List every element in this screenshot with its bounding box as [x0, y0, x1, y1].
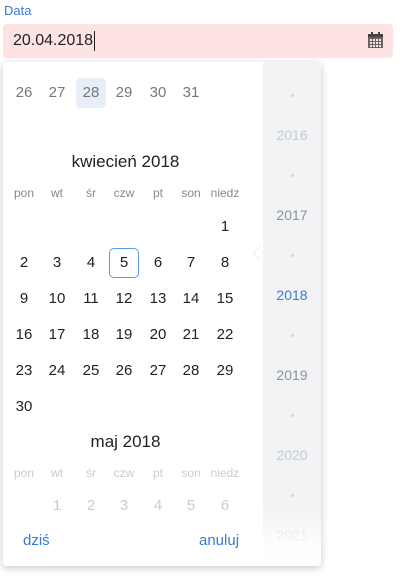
day-cell[interactable]: 9	[9, 284, 39, 314]
day-cell[interactable]: 27	[42, 78, 72, 108]
fade-top	[3, 62, 263, 68]
day-cell[interactable]: 10	[42, 284, 72, 314]
day-cell[interactable]: 26	[109, 356, 139, 386]
year-separator-dot	[291, 174, 294, 177]
day-cell[interactable]: 25	[76, 356, 106, 386]
day-cell[interactable]: 18	[76, 320, 106, 350]
year-separator-dot	[291, 94, 294, 97]
day-cell[interactable]: 23	[9, 356, 39, 386]
weekday-label: son	[181, 186, 201, 200]
day-cell[interactable]: 26	[9, 78, 39, 108]
month-title: maj 2018	[90, 432, 161, 451]
weekday-label: pt	[152, 466, 163, 480]
day-cell[interactable]: 14	[176, 284, 206, 314]
day-cell[interactable]: 8	[210, 248, 240, 278]
day-cell[interactable]: 30	[9, 392, 39, 422]
year-scroll-column[interactable]: 201620172018201920202021	[263, 62, 321, 566]
date-input-value: 20.04.2018	[13, 32, 94, 49]
weekday-label: wt	[51, 186, 63, 200]
weekday-label: pon	[13, 466, 35, 480]
day-cell[interactable]: 28	[176, 356, 206, 386]
day-cell[interactable]: 28	[76, 78, 106, 108]
year-separator-dot	[291, 254, 294, 257]
weekday-label: wt	[51, 466, 63, 480]
weekday-label: son	[181, 466, 201, 480]
fade-bottom	[3, 507, 321, 566]
days-scroll-area[interactable]: 26 27 28 29 30 31 kwiecień 2018 pon wt śr czw pt son…	[3, 62, 263, 566]
day-cell[interactable]: 1	[210, 212, 240, 242]
day-cell[interactable]: 19	[109, 320, 139, 350]
day-cell[interactable]: 15	[210, 284, 240, 314]
day-cell[interactable]: 13	[143, 284, 173, 314]
day-cell[interactable]: 27	[143, 356, 173, 386]
day-cell[interactable]: 21	[176, 320, 206, 350]
day-cell[interactable]: 5	[109, 248, 139, 278]
weekday-label: niedz	[210, 466, 240, 480]
calendar-icon[interactable]	[367, 32, 384, 49]
weekday-label: pt	[152, 186, 163, 200]
day-cell[interactable]: 30	[143, 78, 173, 108]
weekday-label: niedz	[210, 186, 240, 200]
today-button[interactable]: dziś	[23, 532, 50, 549]
day-cell[interactable]: 29	[109, 78, 139, 108]
weekday-label: śr	[86, 466, 96, 480]
year-item[interactable]: 2017	[263, 207, 321, 223]
weekday-label: pon	[13, 186, 35, 200]
weekday-label: czw	[113, 186, 135, 200]
weekday-label: czw	[113, 466, 135, 480]
day-cell[interactable]: 6	[143, 248, 173, 278]
year-separator-dot	[291, 414, 294, 417]
day-cell[interactable]: 20	[143, 320, 173, 350]
year-item[interactable]: 2018	[263, 287, 321, 303]
year-separator-dot	[291, 494, 294, 497]
field-label: Data	[4, 3, 32, 18]
day-cell[interactable]: 11	[76, 284, 106, 314]
day-cell[interactable]: 7	[176, 248, 206, 278]
year-item[interactable]: 2019	[263, 367, 321, 383]
day-cell[interactable]: 17	[42, 320, 72, 350]
year-separator-dot	[291, 334, 294, 337]
day-cell[interactable]: 2	[9, 248, 39, 278]
month-title: kwiecień 2018	[71, 152, 180, 171]
day-cell[interactable]: 29	[210, 356, 240, 386]
day-cell[interactable]: 22	[210, 320, 240, 350]
day-cell[interactable]: 24	[42, 356, 72, 386]
cancel-button[interactable]: anuluj	[199, 532, 239, 549]
weekday-label: śr	[86, 186, 96, 200]
year-item[interactable]: 2016	[263, 127, 321, 143]
date-input[interactable]: 20.04.2018	[3, 24, 393, 58]
day-cell[interactable]: 12	[109, 284, 139, 314]
day-cell[interactable]: 4	[76, 248, 106, 278]
year-item[interactable]: 2020	[263, 447, 321, 463]
day-cell[interactable]: 3	[42, 248, 72, 278]
date-picker-popup: 26 27 28 29 30 31 kwiecień 2018 pon wt śr czw pt son…	[3, 62, 321, 566]
day-cell[interactable]: 16	[9, 320, 39, 350]
day-cell[interactable]: 31	[176, 78, 206, 108]
selected-year-pointer	[254, 246, 261, 260]
text-caret	[94, 31, 96, 51]
